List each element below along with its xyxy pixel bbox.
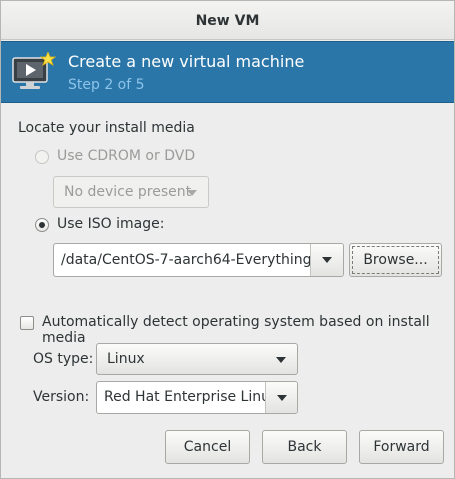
- os-type-label: OS type:: [33, 351, 94, 367]
- chevron-down-icon: [322, 257, 332, 263]
- new-vm-window: New VM Create a new virtual machine Step…: [0, 0, 455, 479]
- iso-path-combo[interactable]: /data/CentOS-7-aarch64-Everything-: [53, 243, 344, 277]
- auto-detect-label: Automatically detect operating system ba…: [42, 314, 430, 346]
- os-type-dropdown[interactable]: Linux: [96, 343, 298, 375]
- auto-detect-checkbox[interactable]: [20, 316, 34, 330]
- iso-radio[interactable]: [35, 218, 49, 232]
- chevron-down-icon: [187, 190, 197, 196]
- iso-radio-label: Use ISO image:: [57, 216, 165, 232]
- version-combo[interactable]: Red Hat Enterprise Linu: [96, 381, 298, 414]
- wizard-step: Step 2 of 5: [68, 77, 145, 93]
- cdrom-radio[interactable]: [35, 150, 49, 164]
- version-dropdown-button[interactable]: [265, 382, 297, 413]
- browse-button[interactable]: Browse...: [349, 243, 442, 277]
- vm-monitor-icon: [12, 52, 57, 89]
- device-dropdown[interactable]: No device present: [53, 176, 209, 208]
- iso-path-input[interactable]: /data/CentOS-7-aarch64-Everything-: [54, 244, 310, 276]
- device-dropdown-value: No device present: [64, 184, 192, 200]
- os-type-value: Linux: [107, 351, 145, 367]
- cancel-button[interactable]: Cancel: [165, 430, 250, 464]
- version-label: Version:: [33, 389, 90, 405]
- window-title: New VM: [1, 1, 454, 40]
- wizard-title: Create a new virtual machine: [68, 52, 305, 71]
- version-input[interactable]: Red Hat Enterprise Linu: [97, 382, 265, 413]
- install-media-label: Locate your install media: [18, 120, 195, 136]
- wizard-header: Create a new virtual machine Step 2 of 5: [1, 41, 454, 103]
- cdrom-radio-label: Use CDROM or DVD: [57, 148, 196, 164]
- back-button[interactable]: Back: [262, 430, 347, 464]
- iso-path-dropdown-button[interactable]: [310, 244, 343, 276]
- forward-button[interactable]: Forward: [359, 430, 444, 464]
- chevron-down-icon: [276, 357, 286, 363]
- chevron-down-icon: [277, 395, 287, 401]
